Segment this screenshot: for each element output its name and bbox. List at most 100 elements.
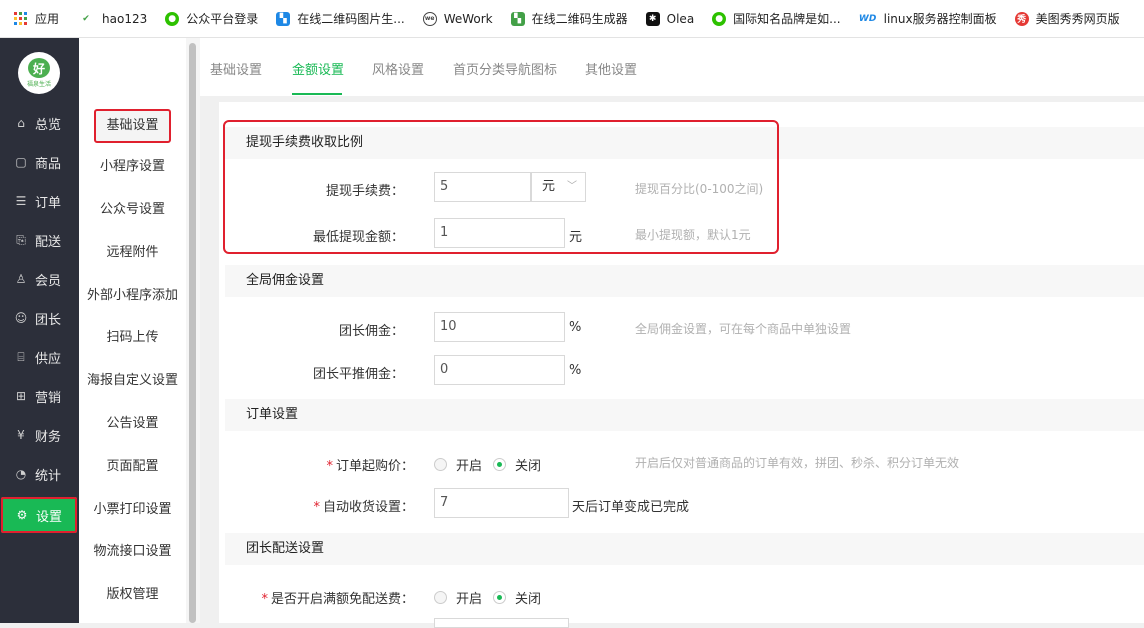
tab-category-nav-icons[interactable]: 首页分类导航图标	[453, 59, 557, 78]
radio-dot-selected	[493, 591, 506, 604]
olea-icon: ✱	[645, 11, 660, 26]
auto-receive-input[interactable]: 7	[434, 488, 569, 518]
nav-item-supply[interactable]: ⌸ 供应	[0, 339, 79, 375]
bookmarks-bar: 应用 ✔ hao123 ● 公众平台登录 ▚ 在线二维码图片生... we WeWork…	[0, 0, 1144, 38]
nav-item-finance[interactable]: ¥ 财务	[0, 417, 79, 453]
left-nav: 好 福泉生活 ⌂ 总览 ▢ 商品 ☰ 订单 ⎘ 配送 ♙ 会员 ☺ 团长 ⌸ 供应 ⊞ 营销 ¥…	[0, 38, 79, 623]
wechat-icon: ●	[165, 11, 180, 26]
min-withdraw-label: 最低提现金额：	[312, 230, 404, 245]
required-mark: *	[313, 500, 320, 515]
subnav-item-logistics-api[interactable]: 物流接口设置	[79, 542, 186, 562]
next-field-input[interactable]	[434, 618, 569, 628]
tab-style-settings[interactable]: 风格设置	[372, 59, 424, 78]
finance-icon: ¥	[17, 428, 25, 442]
subnav-scrollbar[interactable]	[186, 38, 200, 623]
withdraw-fee-label: 提现手续费：	[325, 184, 404, 199]
subnav-item-receipt-print[interactable]: 小票打印设置	[79, 500, 186, 520]
nav-item-settings[interactable]: ⚙ 设置	[1, 497, 77, 533]
bookmark-linux-panel[interactable]: WD linux服务器控制面板	[858, 10, 997, 27]
subnav-item-scan-upload[interactable]: 扫码上传	[79, 328, 186, 348]
wdcp-icon: WD	[858, 11, 877, 26]
logo-mark: 好	[28, 58, 50, 78]
bookmark-olea[interactable]: ✱ Olea	[645, 11, 694, 26]
nav-item-overview[interactable]: ⌂ 总览	[0, 105, 79, 141]
subnav-item-remote-attachment[interactable]: 远程附件	[79, 243, 186, 263]
delivery-icon: ⎘	[16, 232, 26, 247]
sub-nav: 基础设置 小程序设置 公众号设置 远程附件 外部小程序添加 扫码上传 海报自定义…	[79, 38, 186, 623]
order-min-price-on-radio[interactable]: 开启	[434, 455, 482, 474]
free-delivery-off-radio[interactable]: 关闭	[493, 588, 541, 607]
min-withdraw-input[interactable]: 1	[434, 218, 565, 248]
bookmark-wework[interactable]: we WeWork	[422, 11, 493, 26]
order-min-price-hint: 开启后仅对普通商品的订单有效，拼团、秒杀、积分订单无效	[635, 456, 960, 470]
tab-amount-settings[interactable]: 金额设置	[292, 59, 344, 78]
section-leader-delivery: 团长配送设置	[225, 533, 1144, 565]
nav-item-stats[interactable]: ◔ 统计	[0, 456, 79, 492]
min-withdraw-unit: 元	[569, 230, 583, 245]
nav-item-leaders[interactable]: ☺ 团长	[0, 300, 79, 336]
bookmark-wechat-platform[interactable]: ● 公众平台登录	[165, 10, 258, 27]
stats-icon: ◔	[15, 467, 27, 481]
logo[interactable]: 好 福泉生活	[18, 52, 60, 94]
wework-icon: we	[422, 11, 437, 26]
hao123-icon: ✔	[77, 11, 96, 26]
subnav-item-official-account[interactable]: 公众号设置	[79, 200, 186, 220]
leader-commission-unit: %	[569, 320, 582, 335]
supply-icon: ⌸	[17, 349, 25, 364]
settings-form: 提现手续费收取比例 提现手续费： 5 元 ﹀ 提现百分比(0-100之间) 最低…	[219, 102, 1144, 628]
member-icon: ♙	[15, 272, 27, 286]
main-content: 基础设置 金额设置 风格设置 首页分类导航图标 其他设置 提现手续费收取比例 提…	[200, 38, 1144, 628]
order-icon: ☰	[15, 194, 27, 208]
nav-item-goods[interactable]: ▢ 商品	[0, 144, 79, 180]
subnav-item-poster[interactable]: 海报自定义设置	[79, 371, 186, 391]
radio-dot	[434, 591, 447, 604]
bookmark-hao123[interactable]: ✔ hao123	[77, 11, 147, 26]
subnav-item-miniprogram[interactable]: 小程序设置	[79, 157, 186, 177]
gear-icon: ⚙	[16, 508, 28, 522]
section-commission: 全局佣金设置	[225, 265, 1144, 297]
leader-commission-input[interactable]: 10	[434, 312, 565, 342]
leader-icon: ☺	[14, 311, 28, 325]
min-withdraw-hint: 最小提现额，默认1元	[635, 228, 751, 242]
subnav-item-page-config[interactable]: 页面配置	[79, 457, 186, 477]
bookmark-apps[interactable]: 应用	[14, 10, 59, 27]
push-commission-unit: %	[569, 363, 582, 378]
bookmark-meitu[interactable]: 秀美图秀秀网页版	[1014, 10, 1120, 27]
tab-basic-settings[interactable]: 基础设置	[210, 59, 262, 78]
home-icon: ⌂	[17, 116, 25, 130]
radio-dot-selected	[493, 458, 506, 471]
push-commission-label: 团长平推佣金：	[312, 367, 404, 382]
nav-item-delivery[interactable]: ⎘ 配送	[0, 222, 79, 258]
chevron-down-icon: ﹀	[567, 181, 577, 192]
subnav-item-external-miniprogram[interactable]: 外部小程序添加	[79, 286, 186, 306]
section-withdraw-fee: 提现手续费收取比例	[225, 127, 1144, 159]
bookmark-qrcode-generator[interactable]: ▚ 在线二维码生成器	[510, 10, 628, 27]
apps-grid-icon	[14, 11, 28, 26]
withdraw-fee-hint: 提现百分比(0-100之间)	[635, 182, 764, 196]
order-min-price-label: * 订单起购价：	[326, 459, 414, 474]
required-mark: *	[261, 592, 268, 607]
nav-item-orders[interactable]: ☰ 订单	[0, 183, 79, 219]
goods-icon: ▢	[15, 155, 27, 169]
withdraw-fee-unit-select[interactable]: 元 ﹀	[531, 172, 586, 202]
push-commission-input[interactable]: 0	[434, 355, 565, 385]
withdraw-fee-input[interactable]: 5	[434, 172, 531, 202]
leader-commission-hint: 全局佣金设置，可在每个商品中单独设置	[635, 322, 852, 336]
leader-commission-label: 团长佣金：	[338, 324, 404, 339]
required-mark: *	[326, 459, 333, 474]
free-delivery-on-radio[interactable]: 开启	[434, 588, 482, 607]
active-tab-indicator	[292, 93, 342, 95]
free-delivery-label: * 是否开启满额免配送费：	[261, 592, 414, 607]
bookmark-qrcode-image[interactable]: ▚ 在线二维码图片生...	[276, 10, 405, 27]
subnav-item-basic[interactable]: 基础设置	[79, 109, 186, 143]
subnav-item-notice[interactable]: 公告设置	[79, 414, 186, 434]
scrollbar-thumb[interactable]	[189, 43, 196, 623]
subnav-item-copyright[interactable]: 版权管理	[79, 585, 186, 605]
tab-other-settings[interactable]: 其他设置	[585, 59, 637, 78]
auto-receive-label: * 自动收货设置：	[313, 500, 414, 515]
bookmark-brand[interactable]: ● 国际知名品牌是如...	[712, 10, 841, 27]
order-min-price-off-radio[interactable]: 关闭	[493, 455, 541, 474]
nav-item-marketing[interactable]: ⊞ 营销	[0, 378, 79, 414]
nav-item-members[interactable]: ♙ 会员	[0, 261, 79, 297]
tab-bar: 基础设置 金额设置 风格设置 首页分类导航图标 其他设置	[200, 38, 1144, 96]
